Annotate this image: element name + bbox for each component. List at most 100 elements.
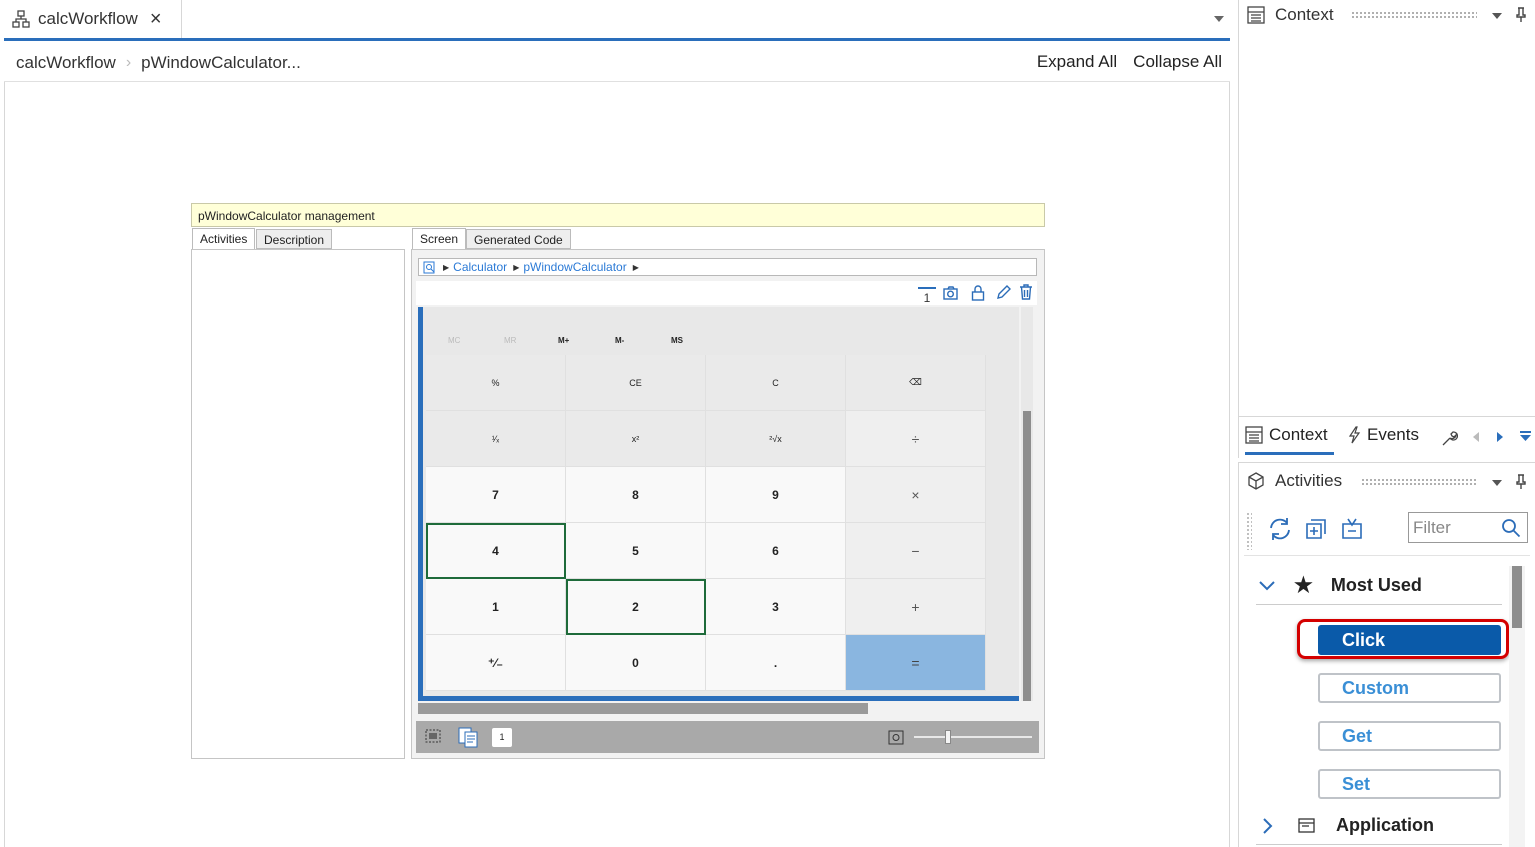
drag-handle[interactable] — [1351, 11, 1477, 19]
filter-input[interactable]: Filter — [1408, 512, 1528, 543]
chevron-down-icon[interactable] — [1491, 12, 1503, 20]
group-most-used[interactable]: ★ Most Used — [1256, 567, 1502, 605]
calc-key[interactable]: = — [846, 635, 986, 691]
calc-key[interactable]: ⌫ — [846, 355, 986, 411]
page-number[interactable]: 1 — [918, 287, 936, 305]
triangle-right-icon: ▶ — [632, 262, 639, 272]
activities-panel-header: Activities — [1247, 466, 1342, 496]
overflow-menu-icon[interactable] — [1519, 430, 1532, 443]
star-icon: ★ — [1294, 574, 1313, 597]
calc-key[interactable]: 5 — [566, 523, 706, 579]
side-tabs: Context Events — [1238, 416, 1535, 458]
vertical-scrollbar[interactable] — [1021, 307, 1033, 701]
lock-icon[interactable] — [971, 285, 985, 301]
memory-clear-button[interactable]: MC — [448, 336, 460, 345]
context-icon — [1247, 6, 1265, 24]
tab-activities[interactable]: Activities — [192, 228, 256, 250]
expand-all-button[interactable]: Expand All — [1037, 52, 1117, 72]
calc-key[interactable]: 1 — [426, 579, 566, 635]
calc-key[interactable]: ÷ — [846, 411, 986, 467]
calc-key[interactable]: x² — [566, 411, 706, 467]
toolbar-grip — [1246, 512, 1252, 550]
calc-key[interactable]: 0 — [566, 635, 706, 691]
calc-key[interactable]: . — [706, 635, 846, 691]
calc-key[interactable]: − — [846, 523, 986, 579]
activities-panel-title: Activities — [1275, 471, 1343, 490]
calc-key[interactable]: ²√x — [706, 411, 846, 467]
tab-generated-code[interactable]: Generated Code — [466, 229, 571, 249]
zoom-slider-handle[interactable] — [945, 730, 951, 744]
pin-icon[interactable] — [1515, 7, 1527, 23]
tab-calcworkflow[interactable]: calcWorkflow × — [4, 0, 182, 38]
memory-add-button[interactable]: M+ — [558, 336, 569, 345]
trash-icon[interactable] — [1019, 284, 1033, 300]
fit-screen-icon[interactable] — [888, 730, 904, 745]
breadcrumb-item-workflow[interactable]: calcWorkflow — [16, 53, 116, 73]
scrollbar-thumb[interactable] — [1023, 411, 1031, 701]
wrench-icon[interactable] — [1440, 429, 1458, 447]
tab-label: calcWorkflow — [38, 9, 138, 28]
group-label: Application — [1336, 815, 1434, 835]
breadcrumb: calcWorkflow › pWindowCalculator... Expa… — [4, 44, 1230, 82]
calc-key[interactable]: + — [846, 579, 986, 635]
pin-icon[interactable] — [1515, 474, 1527, 490]
calc-key[interactable]: ⁺⁄₋ — [426, 635, 566, 691]
captured-screen: MC MR M+ M- MS % CE C ⌫ ¹⁄ₓ x² ²√x ÷ 7 8 9 × 4 5 6− 1 2 3… — [418, 307, 1019, 701]
memory-subtract-button[interactable]: M- — [615, 336, 624, 345]
activity-set-button[interactable]: Set — [1318, 769, 1501, 799]
calc-key[interactable]: % — [426, 355, 566, 411]
calc-key[interactable]: 4 — [426, 523, 566, 579]
calc-key[interactable]: CE — [566, 355, 706, 411]
collapse-icon[interactable] — [1340, 517, 1364, 541]
select-area-icon[interactable] — [425, 729, 441, 743]
drag-handle[interactable] — [1361, 478, 1477, 486]
close-icon[interactable]: × — [150, 8, 162, 31]
breadcrumb-item-screen[interactable]: pWindowCalculator... — [141, 53, 301, 73]
horizontal-scrollbar[interactable] — [418, 703, 868, 714]
calc-key[interactable]: 3 — [706, 579, 846, 635]
context-panel: Context — [1238, 0, 1535, 416]
zoom-slider[interactable] — [914, 736, 1032, 738]
activity-custom-button[interactable]: Custom — [1318, 673, 1501, 703]
group-application[interactable]: Application — [1256, 807, 1502, 845]
collapse-all-button[interactable]: Collapse All — [1133, 52, 1222, 72]
memory-store-button[interactable]: MS — [671, 336, 683, 345]
triangle-right-icon: ▶ — [513, 262, 520, 272]
scrollbar-thumb[interactable] — [1512, 566, 1522, 628]
chevron-down-icon[interactable] — [1491, 479, 1503, 487]
screen-path-calculator[interactable]: Calculator — [453, 260, 507, 274]
page-indicator[interactable]: 1 — [492, 728, 512, 747]
activities-pane — [191, 249, 405, 759]
calc-key[interactable]: 7 — [426, 467, 566, 523]
arrow-right-icon[interactable] — [1496, 431, 1504, 443]
calc-key[interactable]: 8 — [566, 467, 706, 523]
calc-key[interactable]: 9 — [706, 467, 846, 523]
expand-add-icon[interactable] — [1304, 517, 1328, 541]
calc-key[interactable]: 6 — [706, 523, 846, 579]
arrow-left-icon[interactable] — [1472, 431, 1480, 443]
activity-get-button[interactable]: Get — [1318, 721, 1501, 751]
chevron-down-icon[interactable] — [1258, 580, 1276, 592]
calc-key[interactable]: 2 — [566, 579, 706, 635]
editor-tab-bar: calcWorkflow × — [4, 0, 1230, 41]
calc-key[interactable]: ¹⁄ₓ — [426, 411, 566, 467]
group-label: Most Used — [1330, 575, 1422, 595]
chevron-right-icon[interactable] — [1262, 817, 1274, 835]
refresh-icon[interactable] — [1267, 516, 1293, 542]
tab-description[interactable]: Description — [256, 229, 333, 249]
calc-key[interactable]: C — [706, 355, 846, 411]
chevron-down-icon[interactable] — [1212, 14, 1226, 24]
tree-scrollbar[interactable] — [1509, 566, 1525, 847]
zoom-page-icon[interactable] — [423, 261, 437, 274]
screen-bottom-bar: 1 — [416, 721, 1039, 753]
search-icon[interactable] — [1501, 518, 1521, 538]
memory-recall-button[interactable]: MR — [504, 336, 516, 345]
tab-context[interactable]: Context — [1245, 425, 1334, 455]
screen-path-window[interactable]: pWindowCalculator — [523, 260, 626, 274]
copy-pages-icon[interactable] — [457, 726, 479, 748]
calc-key[interactable]: × — [846, 467, 986, 523]
pencil-icon[interactable] — [996, 285, 1011, 300]
tab-events[interactable]: Events — [1347, 425, 1419, 445]
tab-screen[interactable]: Screen — [412, 228, 467, 250]
camera-icon[interactable] — [943, 285, 960, 301]
